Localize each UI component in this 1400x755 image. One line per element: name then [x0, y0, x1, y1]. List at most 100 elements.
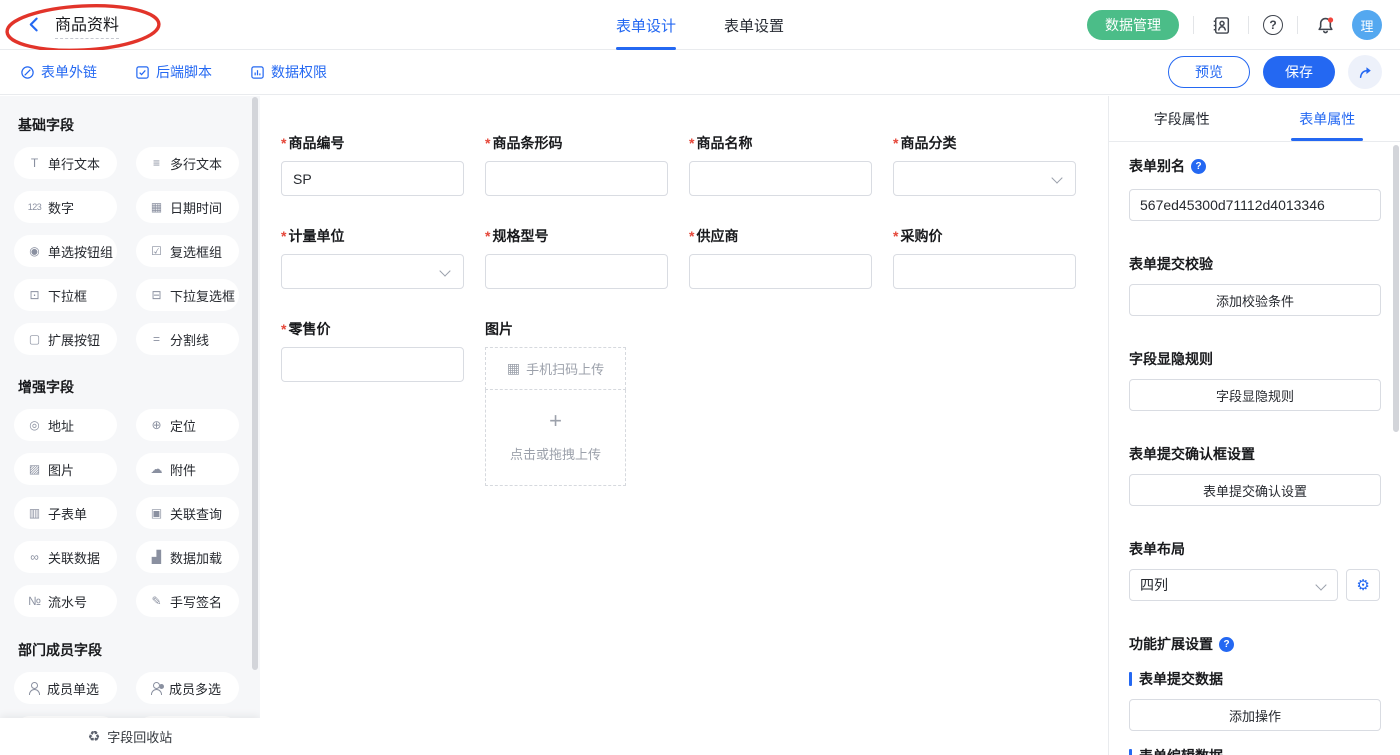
data-permission-button[interactable]: 数据权限: [250, 62, 327, 82]
field-recycle-bin[interactable]: ♻ 字段回收站: [0, 718, 260, 755]
field-item-serial-number[interactable]: №流水号: [14, 585, 117, 617]
divider-icon: =: [149, 332, 164, 346]
field-item-relation-query[interactable]: ▣关联查询: [136, 497, 239, 529]
chart-icon: ▟: [149, 550, 164, 564]
field-item-location[interactable]: ⊕定位: [136, 409, 239, 441]
field-item-multi-dropdown[interactable]: ⊟下拉复选框: [136, 279, 239, 311]
field-item-number[interactable]: 123数字: [14, 191, 117, 223]
product-code-input[interactable]: [281, 161, 464, 196]
form-field-supplier[interactable]: *供应商: [689, 226, 872, 289]
product-category-select[interactable]: [893, 161, 1076, 196]
field-item-signature[interactable]: ✎手写签名: [136, 585, 239, 617]
purchase-price-input[interactable]: [893, 254, 1076, 289]
section-basic-fields: 基础字段: [18, 115, 260, 135]
backend-script-button[interactable]: 后端脚本: [135, 62, 212, 82]
add-validation-button[interactable]: 添加校验条件: [1129, 284, 1381, 316]
toolbar: 表单外链 后端脚本 数据权限 预览 保存: [0, 50, 1400, 95]
accent-bar: [1129, 749, 1132, 755]
field-item-member-single[interactable]: 成员单选: [14, 672, 117, 704]
checkbox-icon: ☑: [149, 244, 164, 258]
multi-dropdown-icon: ⊟: [149, 288, 164, 302]
help-icon[interactable]: ?: [1263, 15, 1283, 35]
field-item-divider[interactable]: =分割线: [136, 323, 239, 355]
retail-price-input[interactable]: [281, 347, 464, 382]
share-button[interactable]: [1348, 55, 1382, 89]
tab-field-properties[interactable]: 字段属性: [1109, 96, 1255, 141]
form-field-barcode[interactable]: *商品条形码: [485, 133, 668, 196]
tab-form-design[interactable]: 表单设计: [616, 0, 676, 50]
back-button[interactable]: [26, 16, 43, 33]
sidebar-scrollbar[interactable]: [252, 97, 258, 670]
field-item-subform[interactable]: ▥子表单: [14, 497, 117, 529]
field-visibility-button[interactable]: 字段显隐规则: [1129, 379, 1381, 411]
preview-button[interactable]: 预览: [1168, 56, 1250, 88]
form-field-product-category[interactable]: *商品分类: [893, 133, 1076, 196]
save-button[interactable]: 保存: [1263, 56, 1335, 88]
alias-help-icon[interactable]: ?: [1191, 159, 1206, 174]
field-item-dropdown[interactable]: ⊡下拉框: [14, 279, 117, 311]
form-field-image-upload[interactable]: 图片 ▦ 手机扫码上传 + 点击或拖拽上传: [485, 319, 668, 486]
required-marker: *: [689, 228, 694, 244]
field-item-data-load[interactable]: ▟数据加载: [136, 541, 239, 573]
field-item-image[interactable]: ▨图片: [14, 453, 117, 485]
barcode-input[interactable]: [485, 161, 668, 196]
layout-gear-button[interactable]: ⚙: [1346, 569, 1380, 601]
form-field-unit[interactable]: *计量单位: [281, 226, 464, 289]
panel-scrollbar[interactable]: [1393, 145, 1399, 432]
extension-help-icon[interactable]: ?: [1219, 637, 1234, 652]
field-item-extend-button[interactable]: ▢扩展按钮: [14, 323, 117, 355]
field-item-multi-line-text[interactable]: ≡多行文本: [136, 147, 239, 179]
form-alias-input[interactable]: [1129, 189, 1381, 221]
field-item-address[interactable]: ◎地址: [14, 409, 117, 441]
product-name-input[interactable]: [689, 161, 872, 196]
divider: [1193, 16, 1194, 34]
radio-icon: ◉: [27, 244, 42, 258]
textarea-icon: ≡: [149, 156, 164, 170]
field-item-relation-data[interactable]: ∞关联数据: [14, 541, 117, 573]
data-manage-button[interactable]: 数据管理: [1087, 10, 1179, 40]
field-library-sidebar: 基础字段 T单行文本 ≡多行文本 123数字 ▦日期时间 ◉单选按钮组 ☑复选框…: [0, 96, 260, 755]
avatar[interactable]: 理: [1352, 10, 1382, 40]
form-layout-section: 表单布局 四列 ⚙: [1129, 539, 1380, 601]
submit-data-subsection: 表单提交数据: [1129, 669, 1380, 689]
field-item-datetime[interactable]: ▦日期时间: [136, 191, 239, 223]
divider: [1297, 16, 1298, 34]
number-icon: 123: [27, 202, 42, 212]
form-field-product-name[interactable]: *商品名称: [689, 133, 872, 196]
notification-bell-icon[interactable]: [1312, 12, 1338, 38]
supplier-input[interactable]: [689, 254, 872, 289]
permission-icon: [250, 65, 265, 80]
required-marker: *: [281, 321, 286, 337]
tab-form-properties[interactable]: 表单属性: [1255, 96, 1400, 141]
spec-input[interactable]: [485, 254, 668, 289]
field-item-member-multi[interactable]: 成员多选: [136, 672, 239, 704]
required-marker: *: [689, 135, 694, 151]
tab-form-settings[interactable]: 表单设置: [724, 0, 784, 50]
form-field-product-code[interactable]: *商品编号: [281, 133, 464, 196]
required-marker: *: [893, 135, 898, 151]
extension-settings-section: 功能扩展设置 ? 表单提交数据 添加操作 表单编辑数据 添加操作: [1129, 634, 1380, 755]
form-field-purchase-price[interactable]: *采购价: [893, 226, 1076, 289]
field-item-single-line-text[interactable]: T单行文本: [14, 147, 117, 179]
unit-select[interactable]: [281, 254, 464, 289]
recycle-icon: ♻: [88, 728, 101, 745]
layout-select[interactable]: 四列: [1129, 569, 1338, 601]
plus-icon: +: [549, 412, 562, 430]
address-pin-icon: ◎: [27, 418, 42, 432]
form-canvas[interactable]: *商品编号 *商品条形码 *商品名称 *商品分类 *计量单位: [260, 96, 1108, 755]
add-submit-action-button[interactable]: 添加操作: [1129, 699, 1381, 731]
field-item-attachment[interactable]: ☁附件: [136, 453, 239, 485]
script-icon: [135, 65, 150, 80]
page-title[interactable]: 商品资料: [55, 11, 119, 39]
field-item-checkbox-group[interactable]: ☑复选框组: [136, 235, 239, 267]
scan-upload-button[interactable]: ▦ 手机扫码上传: [485, 347, 626, 390]
external-link-button[interactable]: 表单外链: [20, 62, 97, 82]
panel-content: 表单别名 ? 表单提交校验 添加校验条件 字段显隐规则 字段显隐规则 表单提交确…: [1109, 142, 1400, 755]
submit-confirm-button[interactable]: 表单提交确认设置: [1129, 474, 1381, 506]
form-field-spec[interactable]: *规格型号: [485, 226, 668, 289]
drop-upload-zone[interactable]: + 点击或拖拽上传: [485, 390, 626, 486]
field-item-radio-group[interactable]: ◉单选按钮组: [14, 235, 117, 267]
dropdown-icon: ⊡: [27, 288, 42, 302]
contacts-icon[interactable]: [1208, 12, 1234, 38]
form-field-retail-price[interactable]: *零售价: [281, 319, 464, 486]
